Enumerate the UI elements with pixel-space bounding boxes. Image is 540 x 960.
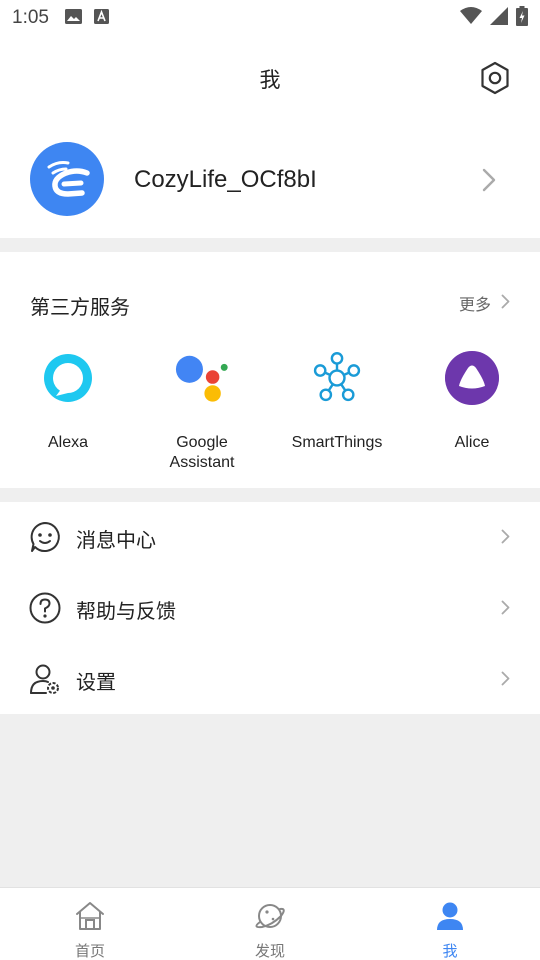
planet-icon — [254, 900, 286, 932]
service-label-line2: Assistant — [169, 454, 235, 471]
chevron-right-icon — [482, 168, 496, 196]
menu-item-messages[interactable]: 消息中心 — [0, 502, 540, 572]
menu-label: 设置 — [76, 670, 116, 694]
home-icon — [74, 900, 106, 932]
nav-me[interactable]: 我 — [360, 888, 540, 960]
user-settings-icon — [28, 662, 62, 696]
username: CozyLife_OCf8bI — [134, 166, 317, 193]
chevron-right-icon — [501, 600, 510, 619]
third-party-services: 第三方服务 更多 Alexa Google Assistant SmartThi… — [0, 252, 540, 488]
alice-icon — [444, 350, 500, 406]
cozylife-logo-icon — [47, 161, 90, 197]
nav-home[interactable]: 首页 — [0, 888, 180, 960]
page-title: 我 — [259, 68, 281, 92]
google-assistant-icon — [174, 350, 230, 406]
header: 我 — [0, 36, 540, 124]
service-label: SmartThings — [291, 434, 383, 451]
service-alice[interactable]: Alice — [412, 350, 532, 453]
service-smartthings[interactable]: SmartThings — [277, 350, 397, 453]
menu-item-settings[interactable]: 设置 — [0, 644, 540, 714]
help-icon — [28, 591, 62, 625]
message-icon — [28, 520, 62, 554]
status-bar: 1:05 — [0, 0, 540, 36]
service-label: Alexa — [47, 434, 89, 451]
service-label: Alice — [454, 434, 490, 451]
more-label: 更多 — [458, 295, 491, 314]
menu-label: 帮助与反馈 — [76, 599, 176, 623]
settings-button[interactable] — [478, 60, 512, 96]
alexa-icon — [40, 350, 96, 406]
service-label: Google — [176, 434, 228, 451]
section-title: 第三方服务 — [30, 295, 130, 319]
service-google-assistant[interactable]: Google Assistant — [142, 350, 262, 473]
battery-icon — [516, 6, 528, 30]
chevron-right-icon — [501, 294, 510, 313]
person-icon — [434, 900, 466, 932]
chevron-right-icon — [501, 529, 510, 548]
menu-list: 消息中心 帮助与反馈 设置 — [0, 502, 540, 714]
nav-label: 首页 — [74, 942, 105, 960]
profile-card[interactable]: CozyLife_OCf8bI — [0, 124, 540, 238]
hexagon-settings-icon — [481, 61, 509, 95]
font-notification-icon — [93, 8, 109, 28]
status-time: 1:05 — [12, 7, 49, 28]
menu-item-help-feedback[interactable]: 帮助与反馈 — [0, 573, 540, 643]
nav-label: 发现 — [254, 942, 285, 960]
smartthings-icon — [309, 350, 365, 406]
chevron-right-icon — [501, 671, 510, 690]
nav-discover[interactable]: 发现 — [180, 888, 360, 960]
wifi-icon — [460, 7, 482, 29]
signal-icon — [490, 7, 508, 29]
service-alexa[interactable]: Alexa — [8, 350, 128, 453]
gallery-notification-icon — [64, 8, 82, 28]
bottom-nav: 首页 发现 我 — [0, 887, 540, 960]
menu-label: 消息中心 — [76, 528, 156, 552]
more-link[interactable]: 更多 — [459, 291, 510, 315]
nav-label: 我 — [442, 942, 458, 960]
avatar[interactable] — [30, 142, 104, 216]
